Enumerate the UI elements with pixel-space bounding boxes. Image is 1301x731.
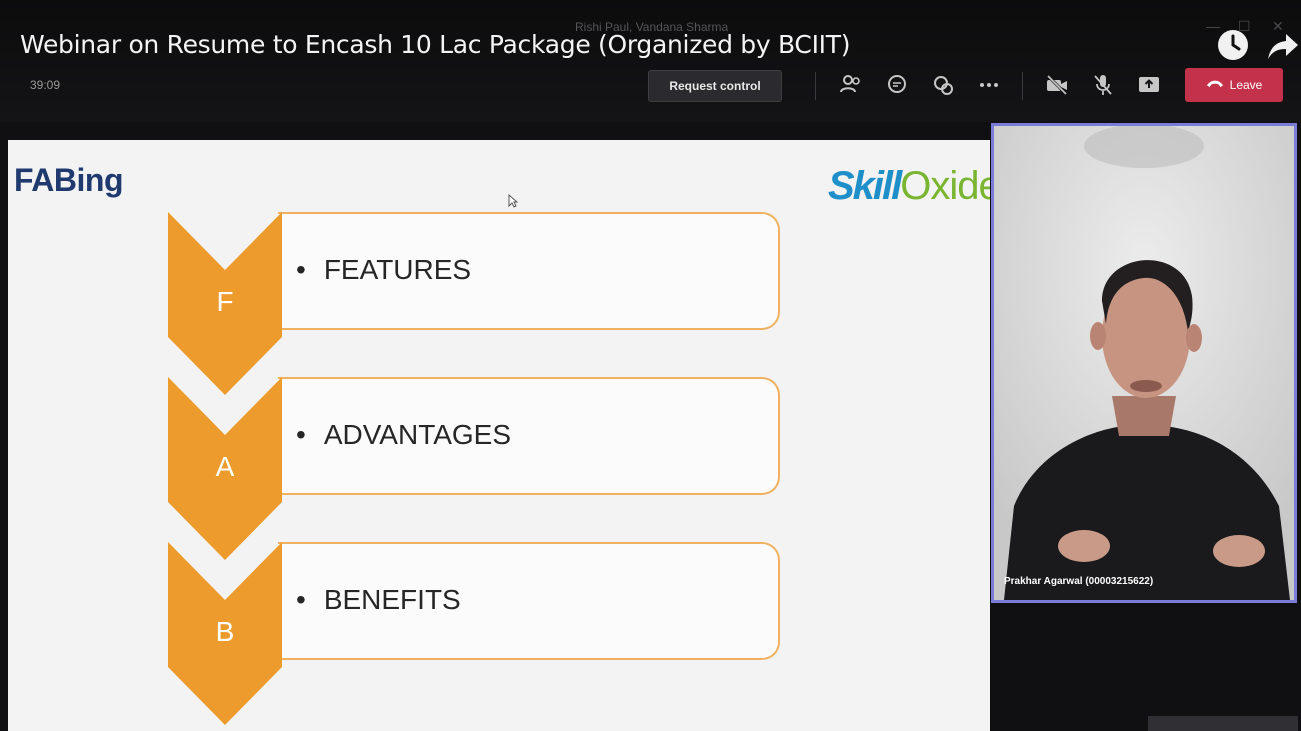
fab-item-text: BENEFITS [296, 584, 461, 616]
phone-icon [1206, 78, 1224, 92]
share-screen-icon[interactable] [1136, 72, 1162, 98]
more-icon[interactable] [976, 72, 1002, 98]
leave-button[interactable]: Leave [1185, 68, 1283, 102]
toolbar-divider [815, 72, 816, 100]
brand-logo: SkillOxide [828, 164, 990, 208]
chevron-f: F [168, 212, 282, 395]
shared-slide: FABing SkillOxide FEATURES F ADVANTAGES … [8, 140, 990, 731]
chevron-letter: B [215, 616, 235, 647]
share-arrow-icon[interactable] [1266, 28, 1300, 62]
mic-off-icon[interactable] [1090, 72, 1116, 98]
toolbar-divider [1022, 72, 1023, 100]
chevron-a: A [168, 377, 282, 560]
camera-off-icon[interactable] [1044, 72, 1070, 98]
fab-item-features: FEATURES [278, 212, 780, 330]
fab-item-advantages: ADVANTAGES [278, 377, 780, 495]
watch-later-icon[interactable] [1216, 28, 1250, 62]
leave-label: Leave [1229, 78, 1263, 92]
fab-item-benefits: BENEFITS [278, 542, 780, 660]
participant-video [994, 126, 1294, 600]
top-bar [0, 0, 1301, 122]
request-control-button[interactable]: Request control [648, 70, 782, 102]
fab-item-text: ADVANTAGES [296, 419, 511, 451]
meeting-timer: 39:09 [30, 78, 61, 92]
slide-title: FABing [14, 162, 123, 198]
chat-icon[interactable] [884, 72, 910, 98]
mouse-cursor-icon [508, 193, 519, 208]
participant-name: Prakhar Agarwal (00003215622) [1004, 576, 1154, 587]
chevron-letter: F [216, 286, 234, 317]
chevron-letter: A [215, 451, 235, 482]
reactions-icon[interactable] [930, 72, 956, 98]
chevron-b: B [168, 542, 282, 725]
fab-item-text: FEATURES [296, 254, 471, 286]
caller-names: Rishi Paul, Vandana Sharma [575, 20, 729, 34]
bottom-strip [1148, 716, 1298, 731]
participants-icon[interactable] [838, 72, 864, 98]
video-title[interactable]: Webinar on Resume to Encash 10 Lac Packa… [20, 30, 850, 59]
participant-video-tile[interactable]: Prakhar Agarwal (00003215622) [991, 123, 1297, 603]
